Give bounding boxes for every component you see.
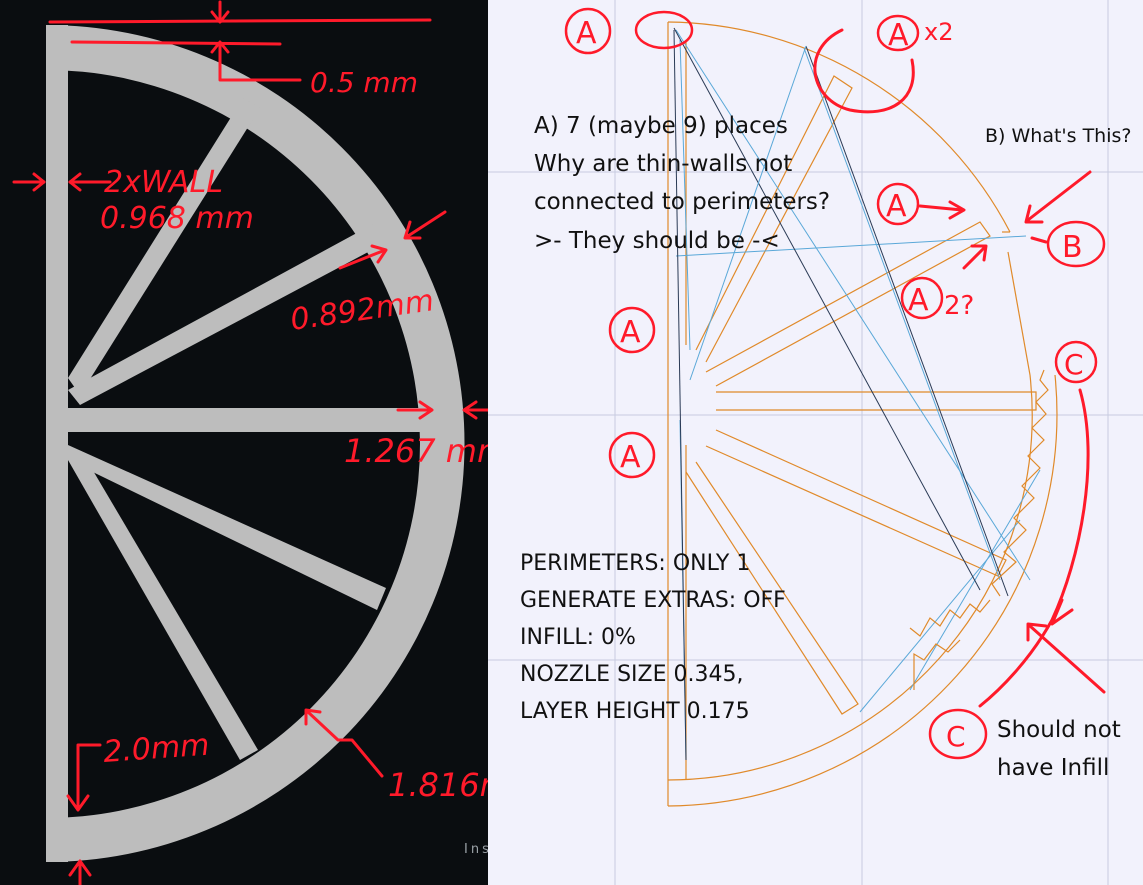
note-a-line2: Why are thin-walls not: [534, 151, 792, 177]
label-bottom-thickness: 2.0mm: [102, 728, 210, 770]
marker-c-1: C: [1064, 348, 1084, 381]
cad-render-panel: 0.5 mm 2xWALL 0.968 mm 0.892mm 1.267 mm …: [0, 0, 542, 885]
setting-infill: INFILL: 0%: [520, 625, 636, 650]
marker-b: B: [1062, 230, 1083, 265]
marker-a-1: A: [576, 16, 597, 51]
note-b: B) What's This?: [985, 125, 1131, 147]
label-wall-line2: 0.968 mm: [100, 201, 254, 236]
annotated-screenshot: 0.5 mm 2xWALL 0.968 mm 0.892mm 1.267 mm …: [0, 0, 1143, 885]
marker-c-2: C: [946, 720, 966, 753]
marker-times-two: x2: [924, 18, 953, 46]
marker-a-3: A: [620, 315, 641, 350]
setting-generate-extras: GENERATE EXTRAS: OFF: [520, 588, 786, 613]
slicer-preview-panel: A A x2 A B A 2? A A C C A) 7 (maybe 9) p…: [488, 0, 1143, 885]
marker-a-x2: A: [888, 18, 909, 53]
marker-two-question: 2?: [944, 291, 974, 321]
note-a-line3: connected to perimeters?: [534, 189, 830, 215]
label-top-thickness: 0.5 mm: [310, 66, 418, 99]
setting-layer-height: LAYER HEIGHT 0.175: [520, 699, 750, 724]
note-a-line4: >- They should be -<: [534, 228, 780, 254]
setting-perimeters: PERIMETERS: ONLY 1: [520, 551, 750, 576]
note-c-line1: Should not: [997, 717, 1121, 743]
note-c-line2: have Infill: [997, 755, 1109, 781]
setting-nozzle-size: NOZZLE SIZE 0.345,: [520, 662, 743, 687]
marker-a-2: A: [886, 189, 907, 224]
label-wall-line1: 2xWALL: [104, 165, 223, 200]
label-spoke-gap: 1.267 mm: [344, 432, 508, 470]
footer-text: Ins: [464, 842, 492, 857]
note-a-line1: A) 7 (maybe 9) places: [534, 113, 788, 139]
marker-a-4: A: [620, 440, 641, 475]
marker-a2: A: [908, 283, 929, 318]
